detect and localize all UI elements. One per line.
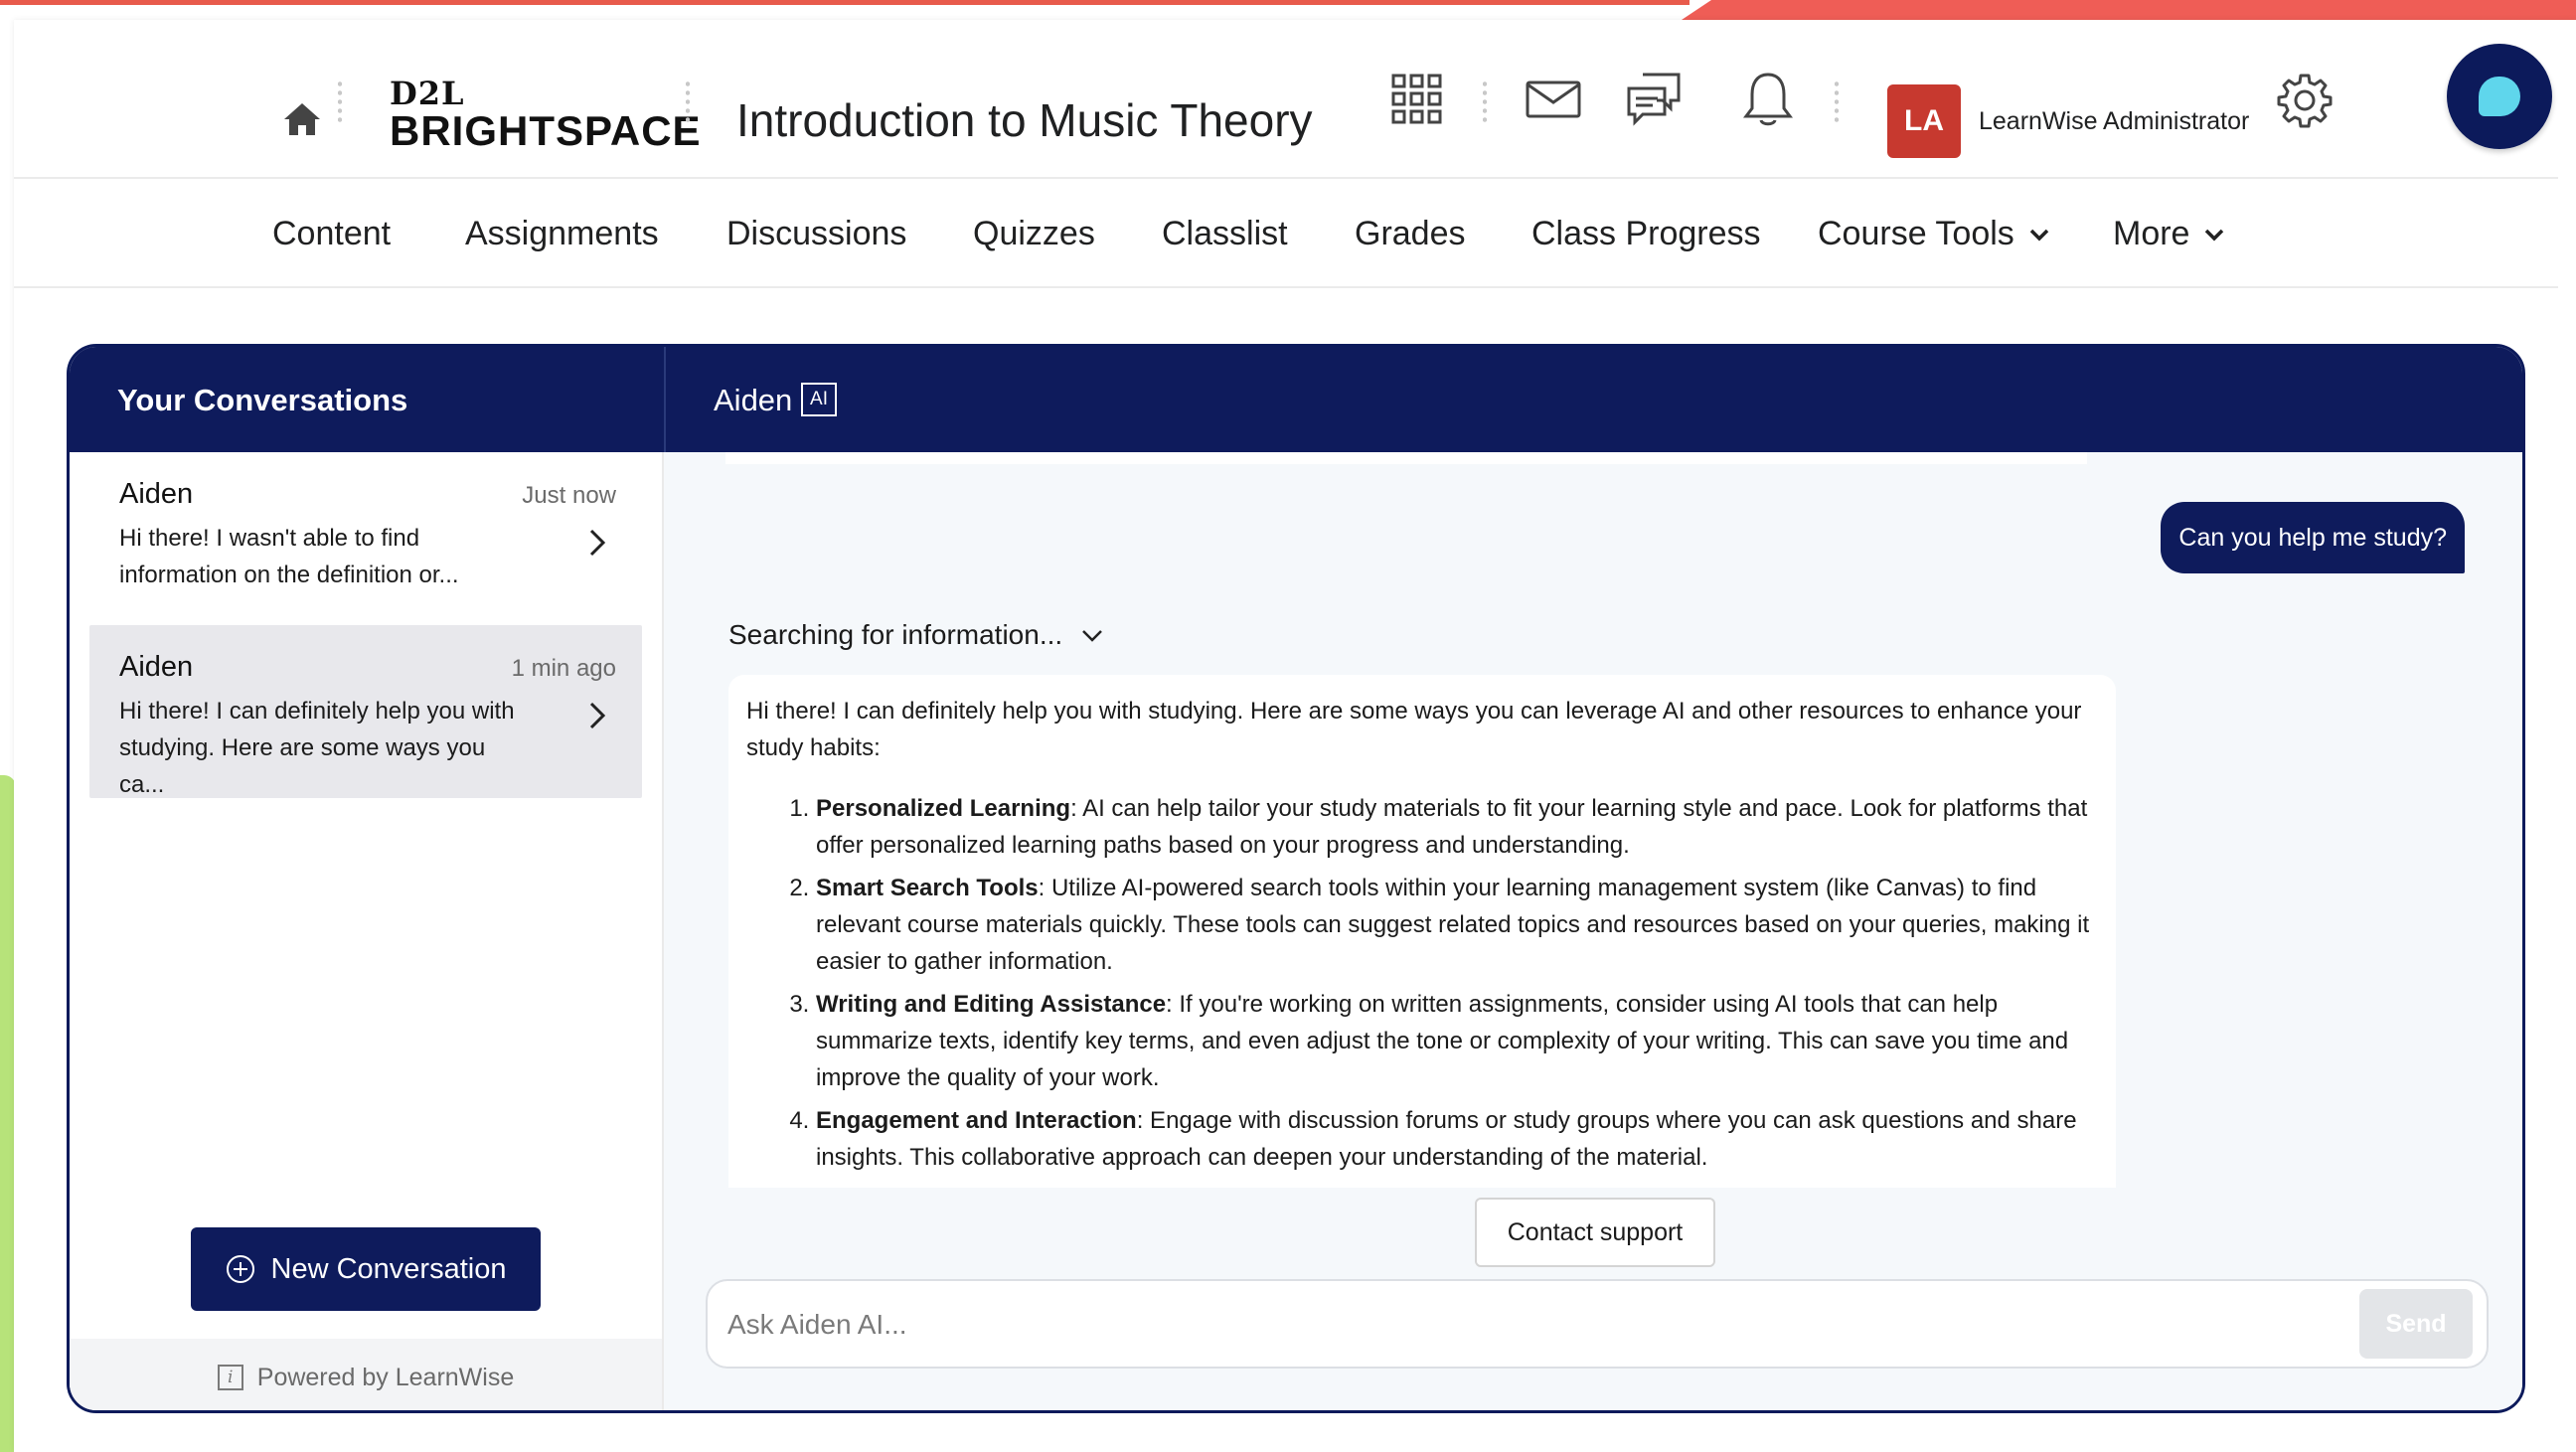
- conversations-title: Your Conversations: [117, 383, 408, 417]
- chat-header: Aiden AI: [666, 347, 2522, 452]
- nav-discussions[interactable]: Discussions: [726, 215, 906, 253]
- chevron-right-icon: [589, 529, 606, 557]
- settings-gear-icon[interactable]: [2276, 72, 2334, 129]
- searching-toggle[interactable]: Searching for information...: [728, 619, 1104, 651]
- conversation-time: 1 min ago: [511, 655, 616, 682]
- conversation-time: Just now: [522, 482, 616, 509]
- answer-item-title: Writing and Editing Assistance: [816, 991, 1167, 1018]
- conversation-preview: Hi there! I wasn't able to find informat…: [119, 525, 459, 588]
- powered-by-footer: i Powered by LearnWise: [70, 1339, 662, 1410]
- user-avatar[interactable]: LA: [1887, 84, 1961, 158]
- nav-label: Course Tools: [1818, 215, 2014, 252]
- new-conversation-button[interactable]: New Conversation: [191, 1227, 541, 1311]
- nav-label: Assignments: [465, 215, 659, 252]
- nav-label: Classlist: [1162, 215, 1288, 252]
- nav-quizzes[interactable]: Quizzes: [973, 215, 1095, 253]
- answer-item-title: Smart Search Tools: [816, 875, 1039, 901]
- conversation-name: Aiden: [119, 651, 194, 683]
- assistant-bubble-icon: [2479, 77, 2520, 116]
- nav-course-tools[interactable]: Course Tools: [1818, 215, 2050, 253]
- chat-input[interactable]: [727, 1297, 2318, 1353]
- chat-thread-panel: Can you help me study? Searching for inf…: [666, 452, 2522, 1410]
- nav-label: Content: [272, 215, 392, 252]
- top-accent-line: [0, 0, 1690, 5]
- nav-class-progress[interactable]: Class Progress: [1531, 215, 1761, 253]
- header-separator: [1835, 80, 1839, 123]
- top-accent-shape: [1682, 0, 2576, 20]
- agent-name: Aiden: [714, 383, 793, 417]
- contact-support-button[interactable]: Contact support: [1475, 1198, 1715, 1267]
- conversation-name: Aiden: [119, 478, 194, 510]
- chevron-down-icon: [2205, 229, 2224, 241]
- answer-item-title: Personalized Learning: [816, 795, 1071, 822]
- header-separator: [686, 80, 690, 123]
- answer-item-title: Engagement and Interaction: [816, 1107, 1137, 1134]
- user-name[interactable]: LearnWise Administrator: [1979, 107, 2249, 136]
- conversation-preview: Hi there! I can definitely help you with…: [119, 698, 515, 798]
- nav-classlist[interactable]: Classlist: [1162, 215, 1288, 253]
- assistant-launcher-button[interactable]: [2447, 44, 2552, 149]
- conversation-item[interactable]: Aiden Just now Hi there! I wasn't able t…: [89, 452, 642, 625]
- top-header: D2L BRIGHTSPACE Introduction to Music Th…: [14, 20, 2558, 179]
- answer-list-item: Writing and Editing Assistance: If you'r…: [816, 986, 2098, 1096]
- answer-list: Personalized Learning: AI can help tailo…: [746, 790, 2098, 1176]
- answer-intro: Hi there! I can definitely help you with…: [746, 698, 2082, 761]
- thread-top-fade: [725, 452, 2087, 464]
- nav-assignments[interactable]: Assignments: [465, 215, 659, 253]
- nav-label: More: [2113, 215, 2190, 252]
- nav-content[interactable]: Content: [272, 215, 391, 253]
- nav-more[interactable]: More: [2113, 215, 2225, 253]
- answer-list-item: Personalized Learning: AI can help tailo…: [816, 790, 2098, 864]
- header-separator: [1483, 80, 1487, 123]
- nav-grades[interactable]: Grades: [1355, 215, 1466, 253]
- conversations-list-panel: Aiden Just now Hi there! I wasn't able t…: [70, 452, 664, 1410]
- chat-input-container: Send: [706, 1279, 2489, 1369]
- logo-d2l-text: D2L: [390, 75, 465, 112]
- chevron-right-icon: [589, 702, 606, 729]
- course-navbar: Content Assignments Discussions Quizzes …: [14, 181, 2558, 288]
- apps-grid-icon[interactable]: [1389, 72, 1445, 127]
- assistant-panel: Your Conversations Aiden AI Aiden Just n…: [67, 344, 2525, 1413]
- powered-by-text: Powered by LearnWise: [256, 1363, 515, 1391]
- logo-brightspace-text: BRIGHTSPACE: [390, 107, 702, 154]
- chat-messages-icon[interactable]: [1624, 70, 1684, 129]
- conversation-item[interactable]: Aiden 1 min ago Hi there! I can definite…: [89, 625, 642, 798]
- ai-badge: AI: [801, 383, 837, 416]
- course-title[interactable]: Introduction to Music Theory: [736, 93, 1313, 147]
- header-separator: [338, 80, 342, 123]
- chevron-down-icon: [1082, 630, 1103, 642]
- answer-list-item: Engagement and Interaction: Engage with …: [816, 1102, 2098, 1176]
- nav-label: Quizzes: [973, 215, 1095, 252]
- chevron-down-icon: [2029, 229, 2049, 241]
- info-icon[interactable]: i: [217, 1365, 243, 1390]
- plus-circle-icon: [226, 1255, 254, 1283]
- mail-icon[interactable]: [1525, 80, 1582, 119]
- new-conversation-label: New Conversation: [270, 1252, 507, 1285]
- nav-label: Grades: [1355, 215, 1466, 252]
- assistant-answer: Hi there! I can definitely help you with…: [728, 675, 2116, 1188]
- home-icon[interactable]: [282, 101, 322, 137]
- brightspace-logo[interactable]: D2L BRIGHTSPACE: [390, 78, 702, 153]
- searching-label: Searching for information...: [728, 619, 1063, 650]
- user-message-bubble: Can you help me study?: [2161, 502, 2465, 573]
- notification-bell-icon[interactable]: [1741, 70, 1795, 129]
- send-button[interactable]: Send: [2359, 1289, 2473, 1359]
- nav-label: Class Progress: [1531, 215, 1761, 252]
- nav-label: Discussions: [726, 215, 907, 252]
- answer-list-item: Smart Search Tools: Utilize AI-powered s…: [816, 870, 2098, 980]
- conversations-header: Your Conversations: [70, 347, 664, 452]
